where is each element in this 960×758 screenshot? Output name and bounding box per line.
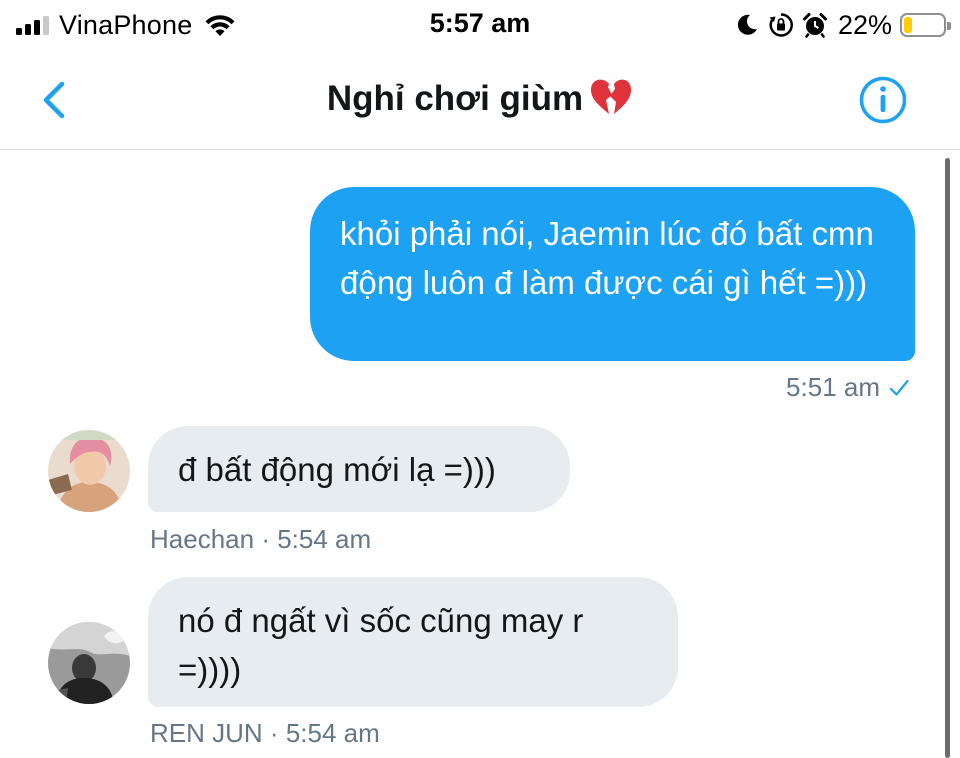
alarm-icon [802, 13, 827, 38]
sender-name: Haechan [150, 524, 255, 554]
conversation-title[interactable]: Nghỉ chơi giùm [0, 78, 960, 119]
broken-heart-icon [591, 79, 632, 114]
scroll-indicator[interactable] [945, 158, 950, 758]
moon-icon [737, 14, 757, 35]
conversation-header: Nghỉ chơi giùm [0, 50, 960, 150]
incoming-message-bubble[interactable]: đ bất động mới lạ =))) [148, 426, 570, 512]
info-icon[interactable] [858, 75, 908, 125]
message-time: 5:54 am [285, 718, 380, 748]
avatar-haechan[interactable] [48, 430, 130, 512]
outgoing-message-bubble[interactable]: khỏi phải nói, Jaemin lúc đó bất cmn độn… [310, 187, 915, 361]
incoming-message-bubble[interactable]: nó đ ngất vì sốc cũng may r =)))) [148, 577, 678, 707]
message-time: 5:54 am [277, 524, 372, 554]
sender-name: REN JUN [150, 718, 263, 748]
orientation-lock-icon [769, 13, 793, 37]
battery-percent: 22% [837, 9, 892, 40]
check-icon [889, 379, 909, 396]
conversation-title-text: Nghỉ chơi giùm [326, 79, 584, 118]
message-time: 5:51 am [786, 372, 880, 402]
incoming-message-meta: REN JUN · 5:54 am [150, 718, 380, 749]
meta-separator: · [261, 524, 270, 554]
battery-fill [904, 17, 912, 33]
incoming-message-meta: Haechan · 5:54 am [150, 524, 371, 555]
outgoing-message-meta: 5:51 am [786, 372, 910, 403]
status-right: 22% [734, 8, 951, 42]
avatar-ren-jun[interactable] [48, 622, 130, 704]
meta-separator: · [269, 718, 279, 748]
battery-icon [900, 13, 951, 37]
status-bar: VinaPhone 5:57 am 22% [0, 0, 960, 50]
